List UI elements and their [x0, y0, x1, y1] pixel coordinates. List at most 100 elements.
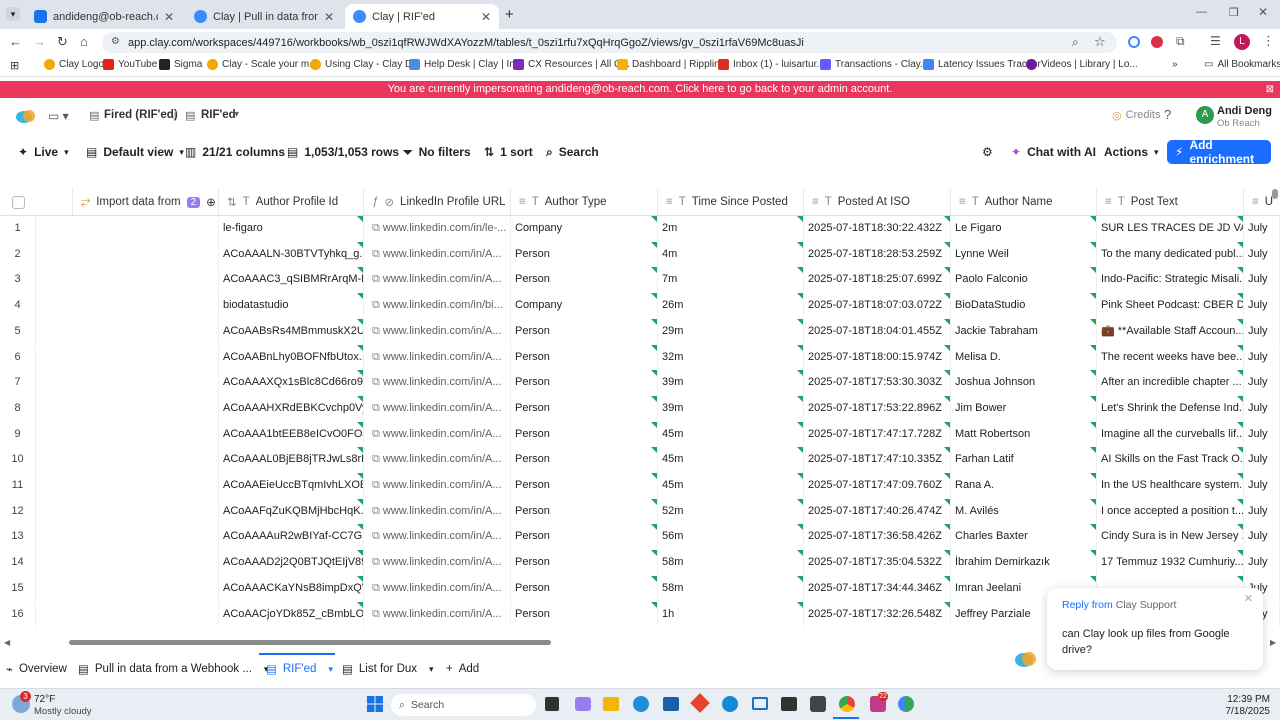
clay-logo-icon[interactable]: [16, 108, 36, 124]
u-cell[interactable]: July: [1244, 421, 1280, 448]
u-cell[interactable]: July: [1244, 216, 1280, 242]
u-cell[interactable]: July: [1244, 395, 1280, 422]
text-cell[interactable]: Indo-Pacific: Strategic Misali...: [1097, 267, 1244, 294]
type-cell[interactable]: Company: [511, 216, 658, 242]
mail-icon[interactable]: [752, 697, 768, 710]
text-cell[interactable]: After an incredible chapter ...: [1097, 370, 1244, 396]
table-row[interactable]: 12 ACoAAFqZuKQBMjHbcHqK... ⧉ www.linkedin.…: [0, 498, 1280, 525]
id-cell[interactable]: ACoAAAL0BjEB8jTRJwLs8rD...: [219, 447, 364, 473]
name-cell[interactable]: Jackie Tabraham: [951, 318, 1097, 345]
type-cell[interactable]: Person: [511, 344, 658, 371]
u-cell[interactable]: July: [1244, 293, 1280, 319]
name-cell[interactable]: Rana A.: [951, 473, 1097, 499]
iso-cell[interactable]: 2025-07-18T18:07:03.072Z: [804, 293, 951, 319]
row-number[interactable]: 7: [0, 370, 36, 396]
column-header-post-text[interactable]: ≡ T Post Text: [1097, 189, 1244, 216]
type-cell[interactable]: Person: [511, 370, 658, 396]
credits-button[interactable]: ◎ Credits: [1112, 109, 1160, 122]
type-cell[interactable]: Person: [511, 447, 658, 473]
column-header-author-type[interactable]: ≡ T Author Type: [511, 189, 658, 216]
bookmark-star-icon[interactable]: ☆: [1094, 34, 1106, 50]
table-row[interactable]: 3 ACoAAAC3_qSIBMRrArqM-H... ⧉ www.linkedin…: [0, 267, 1280, 294]
sort-button[interactable]: ⇅ 1 sort: [484, 138, 533, 166]
since-cell[interactable]: 29m: [658, 318, 804, 345]
linkedin-url-cell[interactable]: ⧉ www.linkedin.com/in/A...: [364, 421, 511, 448]
import-cell[interactable]: [73, 447, 219, 473]
table-row[interactable]: 7 ACoAAAXQx1sBlc8Cd66ro9... ⧉ www.linkedin…: [0, 370, 1280, 396]
extension-icon[interactable]: [1151, 36, 1163, 48]
since-cell[interactable]: 39m: [658, 395, 804, 422]
user-avatar[interactable]: A: [1196, 106, 1214, 124]
help-icon[interactable]: ?: [1164, 107, 1171, 122]
browser-tab-gmail[interactable]: andideng@ob-reach.com | Inb ✕: [26, 4, 182, 29]
import-cell[interactable]: [73, 421, 219, 448]
row-number[interactable]: 2: [0, 241, 36, 268]
add-enrichment-button[interactable]: ⚡ Add enrichment: [1167, 138, 1271, 166]
tab-webhook[interactable]: ▤ Pull in data from a Webhook ... ▾: [78, 656, 268, 682]
since-cell[interactable]: 45m: [658, 421, 804, 448]
linkedin-url-cell[interactable]: ⧉ www.linkedin.com/in/A...: [364, 447, 511, 473]
type-cell[interactable]: Person: [511, 601, 658, 628]
name-cell[interactable]: Farhan Latif: [951, 447, 1097, 473]
name-cell[interactable]: Melisa D.: [951, 344, 1097, 371]
impersonation-banner[interactable]: You are currently impersonating andideng…: [0, 81, 1280, 98]
linkedin-url-cell[interactable]: ⧉ www.linkedin.com/in/A...: [364, 473, 511, 499]
type-cell[interactable]: Person: [511, 421, 658, 448]
iso-cell[interactable]: 2025-07-18T18:00:15.974Z: [804, 344, 951, 371]
text-cell[interactable]: SUR LES TRACES DE JD VAN...: [1097, 216, 1244, 242]
since-cell[interactable]: 58m: [658, 550, 804, 576]
rows-button[interactable]: ▤ 1,053/1,053 rows: [287, 138, 399, 166]
bookmark-item[interactable]: Clay - Scale your m...: [207, 59, 318, 70]
name-cell[interactable]: M. Avilés: [951, 498, 1097, 525]
extensions-puzzle-icon[interactable]: ⧉: [1176, 34, 1185, 49]
import-cell[interactable]: [73, 267, 219, 294]
since-cell[interactable]: 4m: [658, 241, 804, 268]
iso-cell[interactable]: 2025-07-18T17:47:17.728Z: [804, 421, 951, 448]
iso-cell[interactable]: 2025-07-18T17:40:26.474Z: [804, 498, 951, 525]
type-cell[interactable]: Person: [511, 241, 658, 268]
app-icon[interactable]: [722, 696, 738, 712]
search-button[interactable]: ⌕ Search: [546, 138, 599, 166]
id-cell[interactable]: ACoAAAC3_qSIBMRrArqM-H...: [219, 267, 364, 294]
column-header-author-profile-id[interactable]: ⇅ T Author Profile Id: [219, 189, 364, 216]
row-number[interactable]: 14: [0, 550, 36, 576]
breadcrumb-folder[interactable]: Fired (RIF'ed): [104, 109, 178, 121]
bookmark-item[interactable]: Transactions - Clay...: [820, 59, 928, 70]
browser-tab-webhook[interactable]: Clay | Pull in data from a Webh ✕: [186, 4, 342, 29]
maximize-icon[interactable]: ❐: [1229, 6, 1239, 19]
apps-grid-icon[interactable]: ⊞: [10, 59, 19, 72]
import-cell[interactable]: [73, 575, 219, 602]
iso-cell[interactable]: 2025-07-18T18:28:53.259Z: [804, 241, 951, 268]
since-cell[interactable]: 45m: [658, 473, 804, 499]
row-number[interactable]: 15: [0, 575, 36, 602]
text-cell[interactable]: Cindy Sura is in New Jersey ...: [1097, 524, 1244, 551]
id-cell[interactable]: ACoAABsRs4MBmmuskX2U...: [219, 318, 364, 345]
row-number[interactable]: 9: [0, 421, 36, 448]
id-cell[interactable]: ACoAAAAuR2wBIYaf-CC7G...: [219, 524, 364, 551]
all-bookmarks[interactable]: ▭ All Bookmarks: [1204, 59, 1280, 70]
table-row[interactable]: 11 ACoAAEieUccBTqmIvhLXOB... ⧉ www.linkedi…: [0, 473, 1280, 499]
row-number[interactable]: 11: [0, 473, 36, 499]
profile-avatar[interactable]: L: [1234, 34, 1250, 50]
since-cell[interactable]: 2m: [658, 216, 804, 242]
iso-cell[interactable]: 2025-07-18T17:34:44.346Z: [804, 575, 951, 602]
iso-cell[interactable]: 2025-07-18T18:30:22.432Z: [804, 216, 951, 242]
settings-gear-icon[interactable]: ⚙: [982, 138, 993, 166]
u-cell[interactable]: July: [1244, 550, 1280, 576]
table-row[interactable]: 5 ACoAABsRs4MBmmuskX2U... ⧉ www.linkedin.c…: [0, 318, 1280, 345]
row-number[interactable]: 3: [0, 267, 36, 294]
store-icon[interactable]: [663, 697, 679, 711]
table-row[interactable]: 2 ACoAAALN-30BTVTyhkq_g... ⧉ www.linkedin.…: [0, 241, 1280, 268]
chrome-icon[interactable]: [839, 696, 855, 712]
tab-search-icon[interactable]: ▾: [6, 7, 20, 21]
banner-exit-icon[interactable]: ⊠: [1266, 81, 1274, 98]
back-icon[interactable]: ←: [9, 34, 22, 49]
bookmark-item[interactable]: Clay Logo: [44, 59, 104, 70]
since-cell[interactable]: 26m: [658, 293, 804, 319]
bookmark-item[interactable]: Latency Issues Tracker: [923, 59, 1041, 70]
table-row[interactable]: 14ACoAAAD2j2Q0BTJQtEIjV89p...⧉ www.linke…: [0, 550, 1280, 576]
row-number[interactable]: 4: [0, 293, 36, 319]
import-cell[interactable]: [73, 601, 219, 628]
type-cell[interactable]: Company: [511, 293, 658, 319]
windows-start-icon[interactable]: [367, 696, 383, 712]
